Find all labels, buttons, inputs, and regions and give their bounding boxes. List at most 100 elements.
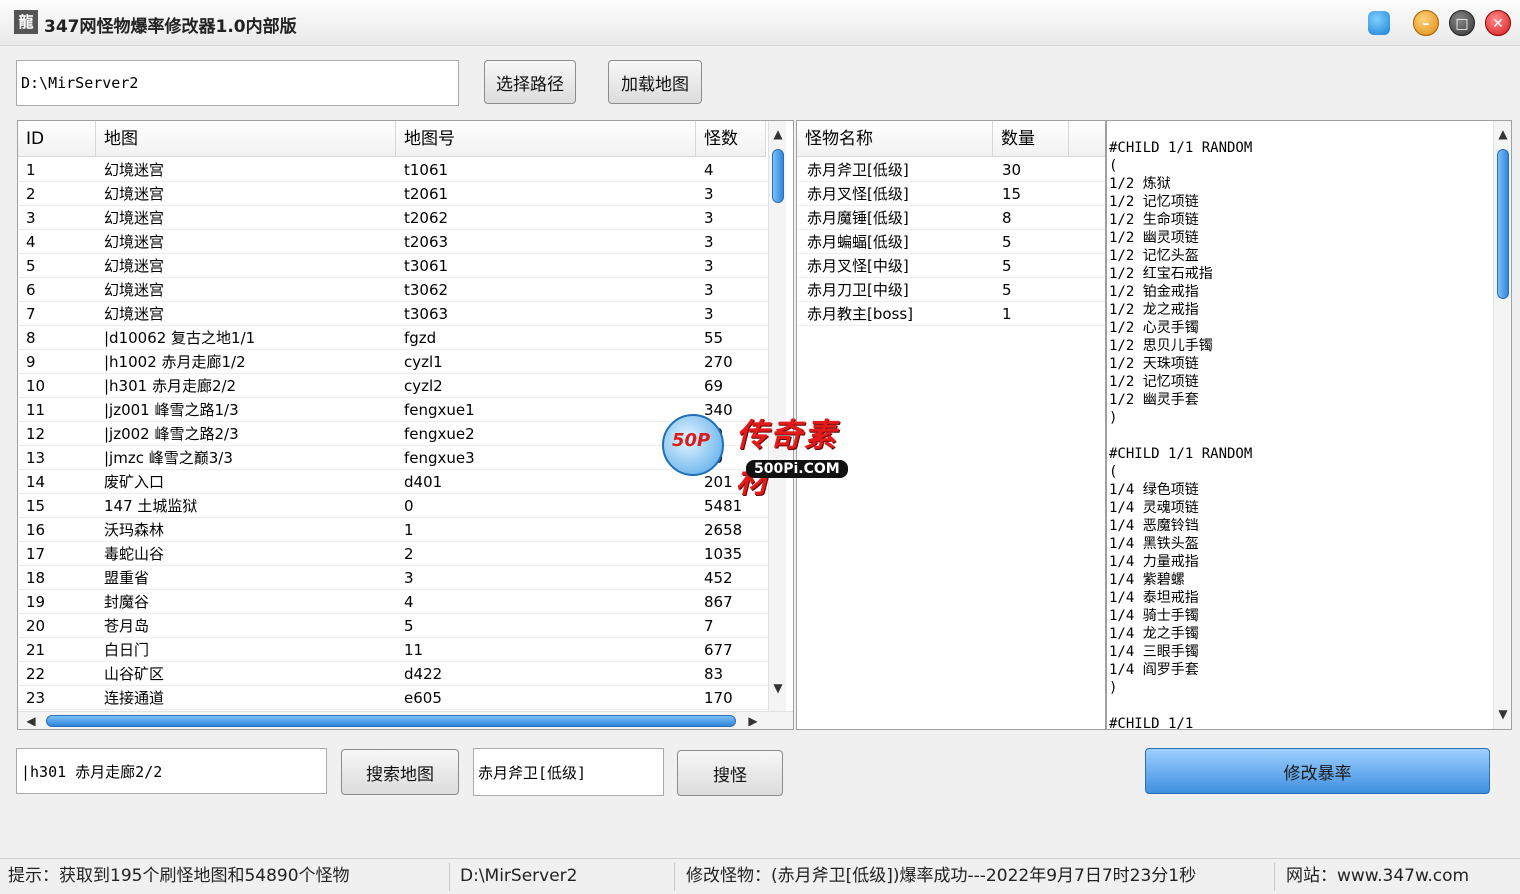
scroll-right-icon[interactable]: ▶ [744,712,762,729]
close-button[interactable]: ✕ [1485,10,1511,36]
maximize-button[interactable]: □ [1449,10,1475,36]
monster-count-cell: 452 [704,569,733,587]
monster-qty-cell: 1 [1002,305,1012,323]
monster-count-cell: 3 [704,281,714,299]
server-path-input[interactable]: D:\MirServer2 [16,60,459,106]
scroll-down-icon[interactable]: ▼ [1494,705,1511,723]
select-path-button[interactable]: 选择路径 [484,60,576,104]
map-code-cell: cyzl1 [404,353,443,371]
monster-table-row[interactable]: 赤月教主[boss] 1 [797,302,1105,326]
watermark-url: 500Pi.COM [746,460,848,478]
monster-name-cell: 赤月蝙蝠[低级] [807,233,909,251]
map-table-row[interactable]: 13|jmzc 峰雪之巅3/3fengxue330 [18,446,768,470]
map-table-row[interactable]: 9 |h1002 赤月走廊1/2 cyzl1 270 [18,350,768,374]
monster-table-row[interactable]: 赤月叉怪[中级] 5 [797,254,1105,278]
map-table-row[interactable]: 7 幻境迷宫 t3063 3 [18,302,768,326]
map-table-row[interactable]: 18 盟重省 3 452 [18,566,768,590]
map-table-row[interactable]: 23 连接通道 e605 170 [18,686,768,710]
map-table-row[interactable]: 4 幻境迷宫 t2063 3 [18,230,768,254]
map-table-row[interactable]: 20 苍月岛 5 7 [18,614,768,638]
map-id-cell: 2 [26,185,36,203]
search-map-button[interactable]: 搜索地图 [341,749,459,795]
scroll-down-icon[interactable]: ▼ [769,679,787,697]
map-code-cell: d422 [404,665,443,683]
monster-count-cell: 677 [704,641,733,659]
map-table-row[interactable]: 5 幻境迷宫 t3061 3 [18,254,768,278]
load-map-button[interactable]: 加载地图 [608,60,702,104]
scroll-up-icon[interactable]: ▲ [1494,125,1511,143]
map-table-row[interactable]: 14 废矿入口 d401 201 [18,470,768,494]
map-table-row[interactable]: 22 山谷矿区 d422 83 [18,662,768,686]
map-table-row[interactable]: 3 幻境迷宫 t2062 3 [18,206,768,230]
map-code-cell: 4 [404,593,414,611]
map-table-row[interactable]: 21 白日门 11 677 [18,638,768,662]
map-name-cell: |d10062 复古之地1/1 [104,329,256,347]
map-code-cell: 0 [404,497,414,515]
map-col-count-header[interactable]: 怪数 [696,121,766,157]
monster-count-cell: 3 [704,185,714,203]
status-path: D:\MirServer2 [460,866,578,886]
map-id-cell: 7 [26,305,36,323]
map-table-row[interactable]: 2 幻境迷宫 t2061 3 [18,182,768,206]
monster-qty-cell: 5 [1002,257,1012,275]
map-code-cell: 1 [404,521,414,539]
map-table-row[interactable]: 6 幻境迷宫 t3062 3 [18,278,768,302]
map-name-cell: 幻境迷宫 [104,233,165,251]
search-monster-button[interactable]: 搜怪 [677,750,783,796]
map-table-row[interactable]: 8 |d10062 复古之地1/1 fgzd 55 [18,326,768,350]
drop-list-text[interactable]: #CHILD 1/1 RANDOM ( 1/2 炼狱 1/2 记忆项链 1/2 … [1109,139,1489,729]
map-scroll-thumb[interactable] [772,149,784,203]
drop-vertical-scrollbar[interactable]: ▲ ▼ [1493,121,1511,729]
map-table-row[interactable]: 16 沃玛森林 1 2658 [18,518,768,542]
map-table-row[interactable]: 11 |jz001 峰雪之路1/3 fengxue1 340 [18,398,768,422]
map-id-cell: 15 [26,497,46,515]
monster-count-cell: 7 [704,617,714,635]
monster-count-cell: 3 [704,209,714,227]
map-table-row[interactable]: 17 毒蛇山谷 2 1035 [18,542,768,566]
map-name-cell: 废矿入口 [104,473,165,491]
map-code-cell: 3 [404,569,414,587]
monster-search-input[interactable]: 赤月斧卫[低级] [473,748,664,796]
skin-icon[interactable] [1368,11,1390,35]
monster-qty-cell: 15 [1002,185,1022,203]
monster-table-row[interactable]: 赤月斧卫[低级] 30 [797,158,1105,182]
map-code-cell: t2063 [404,233,449,251]
monster-col-name-header[interactable]: 怪物名称 [797,121,993,157]
monster-table-row[interactable]: 赤月刀卫[中级] 5 [797,278,1105,302]
drop-list-textarea[interactable]: #CHILD 1/1 RANDOM ( 1/2 炼狱 1/2 记忆项链 1/2 … [1106,120,1512,730]
map-search-input[interactable]: |h301 赤月走廊2/2 [16,748,327,794]
modify-drop-rate-button[interactable]: 修改暴率 [1145,748,1490,794]
monster-table-row[interactable]: 赤月叉怪[低级] 15 [797,182,1105,206]
monster-table-row[interactable]: 赤月魔锤[低级] 8 [797,206,1105,230]
map-id-cell: 3 [26,209,36,227]
map-name-cell: 毒蛇山谷 [104,545,165,563]
map-name-cell: 沃玛森林 [104,521,165,539]
monster-count-cell: 69 [704,377,724,395]
monster-col-count-header[interactable]: 数量 [993,121,1069,157]
map-name-cell: 白日门 [104,641,150,659]
map-table-row[interactable]: 12|jz002 峰雪之路2/3fengxue250 [18,422,768,446]
map-code-cell: e605 [404,689,442,707]
minimize-button[interactable]: – [1413,10,1439,36]
map-code-cell: fgzd [404,329,437,347]
monster-table-row[interactable]: 赤月蝙蝠[低级] 5 [797,230,1105,254]
map-id-cell: 13 [26,449,46,467]
map-code-cell: 11 [404,641,424,659]
map-horizontal-scrollbar[interactable]: ◀ ▶ [18,711,793,729]
map-name-cell: 幻境迷宫 [104,257,165,275]
map-col-name-header[interactable]: 地图 [96,121,396,157]
map-hscroll-thumb[interactable] [46,715,736,727]
monster-count-cell: 270 [704,353,733,371]
map-table-row[interactable]: 10 |h301 赤月走廊2/2 cyzl2 69 [18,374,768,398]
map-id-cell: 14 [26,473,46,491]
drop-scroll-thumb[interactable] [1497,149,1509,299]
map-col-code-header[interactable]: 地图号 [396,121,696,157]
map-table-row[interactable]: 15 147 土城监狱 0 5481 [18,494,768,518]
map-id-cell: 20 [26,617,46,635]
map-table-row[interactable]: 19 封魔谷 4 867 [18,590,768,614]
scroll-left-icon[interactable]: ◀ [22,712,40,729]
scroll-up-icon[interactable]: ▲ [769,125,787,143]
map-id-cell: 9 [26,353,36,371]
map-col-id-header[interactable]: ID [18,121,96,157]
map-table-row[interactable]: 1 幻境迷宫 t1061 4 [18,158,768,182]
